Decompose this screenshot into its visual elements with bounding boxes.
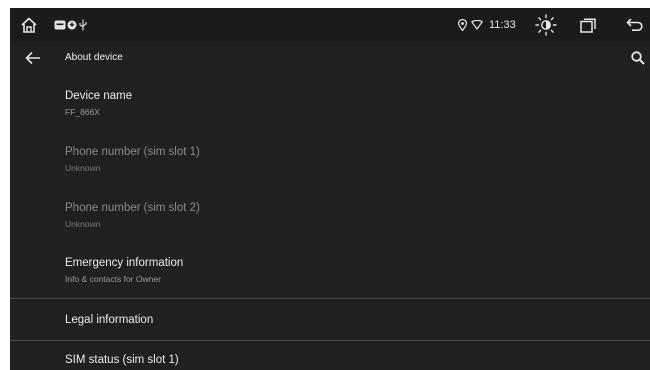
phone-number-sim2-item: Phone number (sim slot 2) Unknown <box>65 202 200 229</box>
usb-icon <box>78 8 88 42</box>
home-icon[interactable] <box>18 8 40 42</box>
phone-number-sim1-item: Phone number (sim slot 1) Unknown <box>65 146 200 173</box>
arrow-left-icon[interactable] <box>24 49 42 67</box>
notification-icon <box>53 8 67 42</box>
phone-number-sim1-value: Unknown <box>65 163 101 173</box>
status-time: 11:33 <box>489 19 516 31</box>
device-name-item[interactable]: Device name FF_866X <box>65 90 132 117</box>
settings-screen: 11:33 About device Device name FF_866X P… <box>10 8 650 370</box>
phone-number-sim1-label: Phone number (sim slot 1) <box>65 146 200 158</box>
sim-status-label: SIM status (sim slot 1) <box>65 354 179 366</box>
status-bar: 11:33 <box>10 8 650 42</box>
device-name-label: Device name <box>65 90 133 102</box>
emergency-information-summary: Info & contacts for Owner <box>65 274 161 284</box>
location-icon <box>456 8 468 42</box>
legal-information-item[interactable]: Legal information <box>65 314 153 326</box>
phone-number-sim2-label: Phone number (sim slot 2) <box>65 202 200 214</box>
legal-information-label: Legal information <box>65 314 154 326</box>
divider <box>10 298 650 299</box>
search-icon[interactable] <box>630 50 646 66</box>
phone-number-sim2-value: Unknown <box>65 219 101 229</box>
brightness-icon[interactable] <box>533 8 559 42</box>
device-name-value: FF_866X <box>65 107 100 117</box>
emergency-information-item[interactable]: Emergency information Info & contacts fo… <box>65 257 183 284</box>
back-nav-icon[interactable] <box>624 8 646 42</box>
recent-apps-icon[interactable] <box>578 8 598 42</box>
notification-icon <box>66 8 78 42</box>
app-bar: About device <box>10 42 650 74</box>
divider <box>10 340 650 341</box>
page-title: About device <box>65 52 123 63</box>
sim-status-item[interactable]: SIM status (sim slot 1) <box>65 354 179 366</box>
emergency-information-label: Emergency information <box>65 257 184 269</box>
wifi-icon <box>470 8 484 42</box>
